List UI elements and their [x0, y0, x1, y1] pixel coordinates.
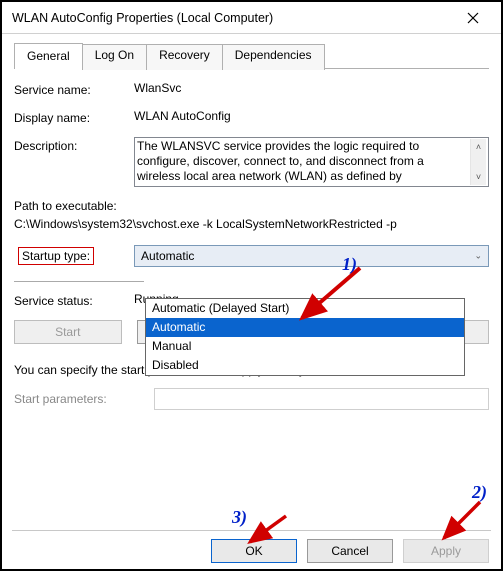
row-description: Description: The WLANSVC service provide…	[14, 137, 489, 187]
startup-option-manual[interactable]: Manual	[146, 337, 464, 356]
label-startup-type: Startup type:	[14, 245, 134, 267]
titlebar: WLAN AutoConfig Properties (Local Comput…	[2, 2, 501, 34]
row-start-params: Start parameters:	[14, 388, 489, 410]
annotation-label-3: 3)	[232, 507, 247, 528]
startup-type-highlight: Startup type:	[18, 247, 94, 265]
description-scrollbar[interactable]: ˄ ˅	[470, 139, 486, 185]
cancel-button[interactable]: Cancel	[307, 539, 393, 563]
scroll-up-icon[interactable]: ˄	[471, 139, 486, 155]
ok-button[interactable]: OK	[211, 539, 297, 563]
divider	[14, 281, 144, 282]
description-box: The WLANSVC service provides the logic r…	[134, 137, 489, 187]
startup-type-selected: Automatic	[141, 249, 194, 263]
dialog-separator	[12, 530, 491, 531]
tab-dependencies[interactable]: Dependencies	[222, 44, 325, 70]
chevron-down-icon: ⌄	[474, 251, 482, 262]
label-description: Description:	[14, 137, 134, 153]
startup-option-automatic[interactable]: Automatic	[146, 318, 464, 337]
label-service-name: Service name:	[14, 81, 134, 97]
close-button[interactable]	[453, 4, 493, 32]
value-path: C:\Windows\system32\svchost.exe -k Local…	[14, 217, 489, 231]
window-title: WLAN AutoConfig Properties (Local Comput…	[12, 11, 453, 25]
description-text: The WLANSVC service provides the logic r…	[137, 139, 470, 185]
row-display-name: Display name: WLAN AutoConfig	[14, 109, 489, 125]
startup-option-delayed[interactable]: Automatic (Delayed Start)	[146, 299, 464, 318]
scroll-down-icon[interactable]: ˅	[471, 169, 486, 185]
label-path: Path to executable:	[14, 199, 489, 213]
start-button[interactable]: Start	[14, 320, 122, 344]
tab-logon[interactable]: Log On	[82, 44, 147, 70]
value-display-name: WLAN AutoConfig	[134, 109, 489, 123]
value-service-name: WlanSvc	[134, 81, 489, 95]
startup-type-combobox[interactable]: Automatic ⌄	[134, 245, 489, 267]
row-startup-type: Startup type: Automatic ⌄	[14, 245, 489, 267]
dialog-buttons: OK Cancel Apply	[211, 539, 489, 563]
tab-recovery[interactable]: Recovery	[146, 44, 223, 70]
label-display-name: Display name:	[14, 109, 134, 125]
startup-option-disabled[interactable]: Disabled	[146, 356, 464, 375]
start-params-input[interactable]	[154, 388, 489, 410]
label-start-params: Start parameters:	[14, 392, 154, 406]
label-service-status: Service status:	[14, 292, 134, 308]
tab-strip: General Log On Recovery Dependencies	[14, 42, 489, 69]
row-service-name: Service name: WlanSvc	[14, 81, 489, 97]
apply-button[interactable]: Apply	[403, 539, 489, 563]
annotation-label-2: 2)	[472, 482, 487, 503]
tab-general[interactable]: General	[14, 43, 83, 69]
startup-type-dropdown[interactable]: Automatic (Delayed Start) Automatic Manu…	[145, 298, 465, 376]
close-icon	[467, 12, 479, 24]
